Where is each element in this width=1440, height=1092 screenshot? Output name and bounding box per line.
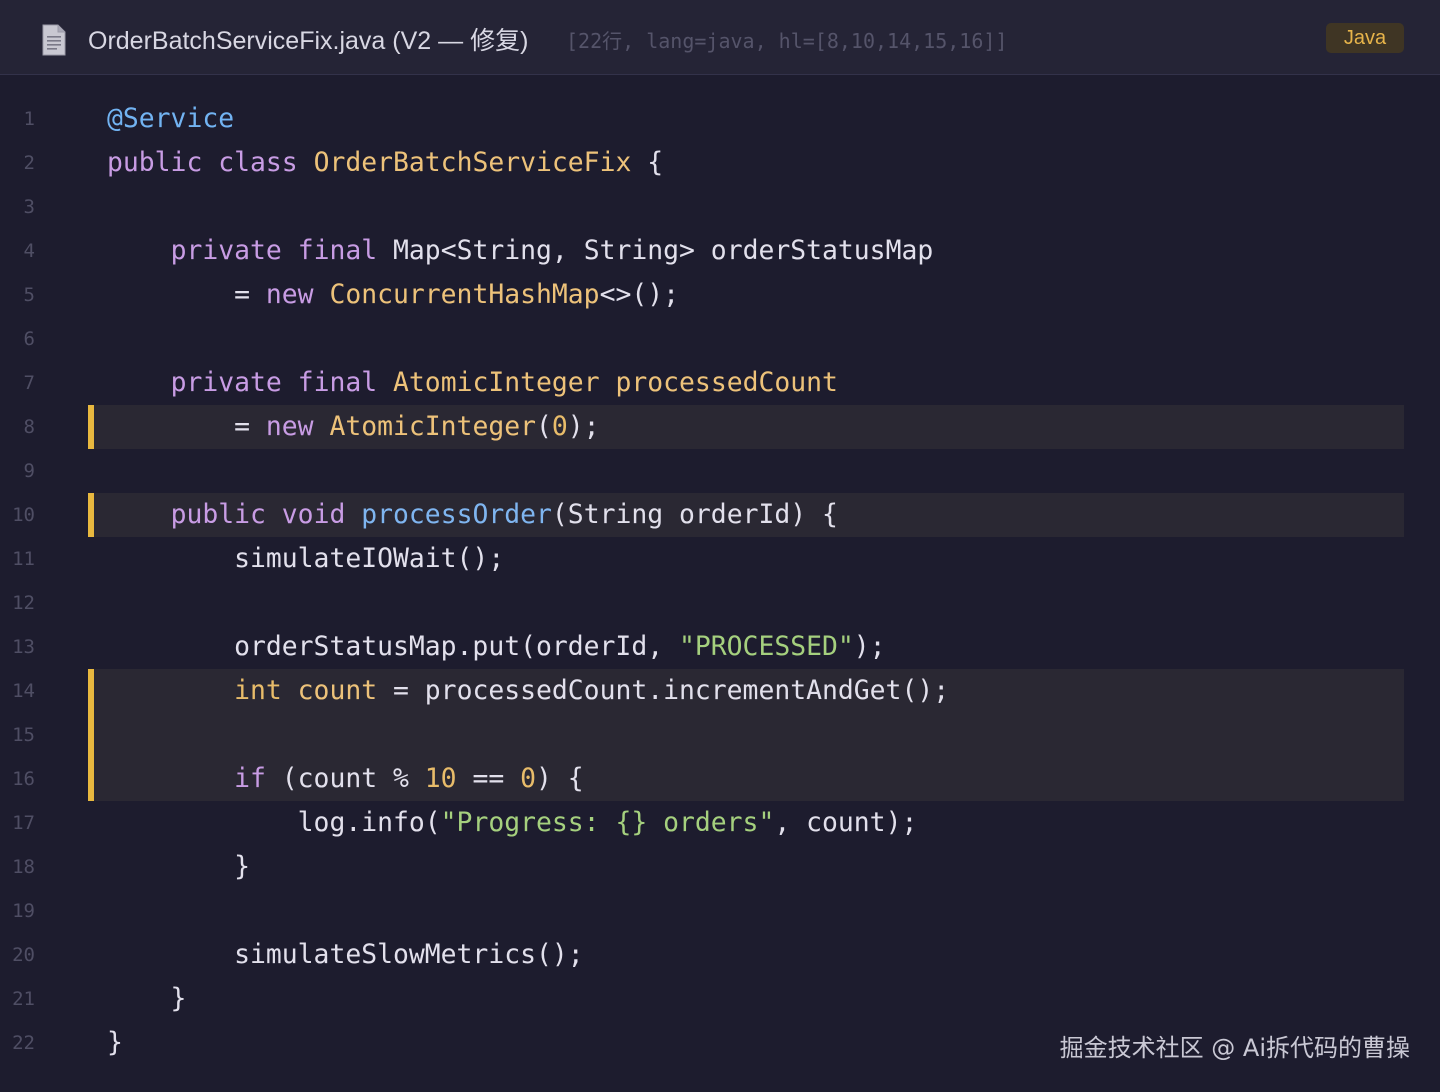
line-text: public void processOrder(String orderId)… xyxy=(170,499,838,530)
code-line: 13 orderStatusMap.put(orderId, "PROCESSE… xyxy=(0,625,1440,669)
title-bar: OrderBatchServiceFix.java (V2 — 修复) [22行… xyxy=(0,0,1440,75)
code-line: 15 xyxy=(0,713,1440,757)
line-text: = new ConcurrentHashMap<>(); xyxy=(107,279,680,310)
line-number: 3 xyxy=(23,196,35,218)
code-line: 16 if (count % 10 == 0) { xyxy=(0,757,1440,801)
line-number: 18 xyxy=(12,856,35,878)
code-line: 8 = new AtomicInteger(0); xyxy=(0,405,1440,449)
line-number: 13 xyxy=(12,636,35,658)
code-block: 1 @Service 2 public class OrderBatchService… xyxy=(0,97,1440,1065)
code-line: 1 @Service xyxy=(0,97,1440,141)
file-meta: [22行, lang=java, hl=[8,10,14,15,16]] xyxy=(566,29,1008,53)
line-text: simulateIOWait(); xyxy=(107,543,505,574)
line-text: } xyxy=(107,1027,123,1058)
code-line: 19 xyxy=(0,889,1440,933)
code-line: 21 } xyxy=(0,977,1440,1021)
line-number: 20 xyxy=(12,944,35,966)
line-number: 14 xyxy=(12,680,35,702)
code-line: 6 xyxy=(0,317,1440,361)
line-number: 8 xyxy=(23,416,35,438)
line-text: } xyxy=(107,983,187,1014)
line-text: @Service xyxy=(107,103,235,134)
code-line: 7 private final AtomicInteger processedC… xyxy=(0,361,1440,405)
line-text: simulateSlowMetrics(); xyxy=(107,939,584,970)
code-line: 18 } xyxy=(0,845,1440,889)
code-line: 20 simulateSlowMetrics(); xyxy=(0,933,1440,977)
line-number: 1 xyxy=(23,108,35,130)
line-number: 4 xyxy=(23,240,35,262)
line-text: } xyxy=(107,851,250,882)
code-line: 9 xyxy=(0,449,1440,493)
line-number: 16 xyxy=(12,768,35,790)
file-title: OrderBatchServiceFix.java (V2 — 修复) xyxy=(88,27,529,55)
line-number: 11 xyxy=(12,548,35,570)
code-line: 14 int count = processedCount.incrementA… xyxy=(0,669,1440,713)
line-text: int count = processedCount.incrementAndG… xyxy=(234,675,950,706)
line-number: 21 xyxy=(12,988,35,1010)
line-text: private final Map<String, String> orderS… xyxy=(170,235,934,266)
code-line: 17 log.info("Progress: {} orders", count… xyxy=(0,801,1440,845)
code-line: 4 private final Map<String, String> orde… xyxy=(0,229,1440,273)
code-line: 10 public void processOrder(String order… xyxy=(0,493,1440,537)
line-number: 12 xyxy=(12,592,35,614)
line-text: orderStatusMap.put(orderId, "PROCESSED")… xyxy=(107,631,886,662)
line-number: 6 xyxy=(23,328,35,350)
line-number: 5 xyxy=(23,284,35,306)
line-text: public class OrderBatchServiceFix { xyxy=(107,147,664,178)
line-number: 7 xyxy=(23,372,35,394)
code-line: 5 = new ConcurrentHashMap<>(); xyxy=(0,273,1440,317)
document-icon xyxy=(41,24,67,56)
line-number: 15 xyxy=(12,724,35,746)
code-window: OrderBatchServiceFix.java (V2 — 修复) [22行… xyxy=(0,0,1440,1092)
line-number: 22 xyxy=(12,1032,35,1054)
line-text: private final AtomicInteger processedCou… xyxy=(170,367,838,398)
line-text: = new AtomicInteger(0); xyxy=(107,411,600,442)
line-number: 10 xyxy=(12,504,35,526)
code-line: 12 xyxy=(0,581,1440,625)
watermark: 掘金技术社区 @ Ai拆代码的曹操 xyxy=(1059,1034,1410,1062)
line-text: if (count % 10 == 0) { xyxy=(234,763,584,794)
line-number: 19 xyxy=(12,900,35,922)
line-number: 17 xyxy=(12,812,35,834)
code-line: 3 xyxy=(0,185,1440,229)
line-number: 9 xyxy=(23,460,35,482)
line-number: 2 xyxy=(23,152,35,174)
language-badge: Java xyxy=(1326,23,1404,53)
line-text: log.info("Progress: {} orders", count); xyxy=(107,807,918,838)
code-line: 2 public class OrderBatchServiceFix { xyxy=(0,141,1440,185)
code-line: 11 simulateIOWait(); xyxy=(0,537,1440,581)
